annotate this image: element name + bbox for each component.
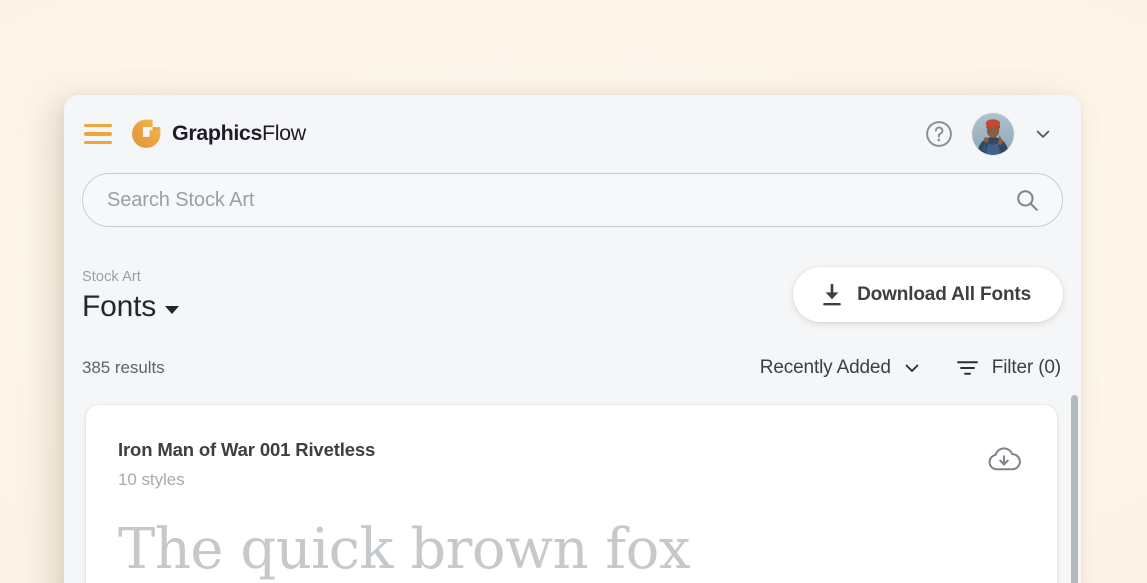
search-bar	[82, 173, 1063, 227]
results-toolbar: 385 results Recently Added Filter (0)	[82, 348, 1063, 388]
chevron-down-icon	[905, 364, 919, 372]
brand-wordmark: Graphics Flow	[172, 123, 306, 145]
filter-label: Filter (0)	[991, 357, 1061, 378]
results-count: 385 results	[82, 358, 165, 377]
page-title-row: Stock Art Fonts Download All Fonts	[82, 265, 1063, 343]
graphicsflow-logo-icon	[132, 119, 161, 148]
hamburger-bar-2	[84, 132, 112, 136]
download-all-fonts-button[interactable]: Download All Fonts	[793, 267, 1063, 322]
user-avatar-image	[972, 113, 1014, 155]
download-arrow-icon	[823, 283, 841, 305]
cloud-download-icon[interactable]	[987, 445, 1021, 472]
scrollbar-thumb[interactable]	[1071, 395, 1078, 583]
hamburger-bar-3	[84, 140, 112, 144]
filter-icon	[956, 361, 978, 375]
app-window: Graphics Flow Search Stock Art Stock Art…	[64, 95, 1081, 583]
hamburger-icon[interactable]	[84, 119, 114, 149]
font-card-name: Iron Man of War 001 Rivetless	[118, 439, 376, 460]
caret-down-icon[interactable]	[165, 305, 180, 314]
search-input[interactable]	[107, 188, 1014, 212]
hamburger-bar-1	[84, 124, 112, 128]
avatar[interactable]	[972, 113, 1014, 155]
font-card-text-block: Iron Man of War 001 Rivetless 10 styles	[118, 439, 375, 490]
search-icon[interactable]	[1014, 187, 1040, 213]
download-all-fonts-label: Download All Fonts	[857, 283, 1031, 305]
chevron-down-icon[interactable]	[1033, 124, 1053, 144]
breadcrumb-block: Stock Art Fonts	[82, 265, 180, 325]
brand-name-light: Flow	[262, 121, 306, 146]
app-header: Graphics Flow	[64, 95, 1081, 173]
scrollbar-track[interactable]	[1071, 395, 1078, 583]
sort-dropdown-label: Recently Added	[759, 357, 891, 378]
font-card-styles-count: 10 styles	[118, 470, 185, 490]
page-title: Fonts	[82, 290, 157, 324]
search-field[interactable]	[82, 173, 1063, 227]
filter-button[interactable]: Filter (0)	[956, 357, 1063, 379]
font-card[interactable]: Iron Man of War 001 Rivetless 10 styles …	[86, 405, 1057, 583]
header-actions	[925, 113, 1061, 155]
breadcrumb: Stock Art	[82, 269, 141, 285]
font-card-header: Iron Man of War 001 Rivetless 10 styles	[118, 439, 1027, 490]
sort-dropdown[interactable]: Recently Added	[760, 357, 922, 379]
brand-name-bold: Graphics	[172, 121, 263, 146]
question-mark-circle-icon[interactable]	[925, 120, 953, 148]
font-preview-text: The quick brown fox	[118, 517, 690, 583]
brand-logo-block[interactable]: Graphics Flow	[132, 119, 306, 149]
page-title-block[interactable]: Fonts	[82, 290, 180, 325]
